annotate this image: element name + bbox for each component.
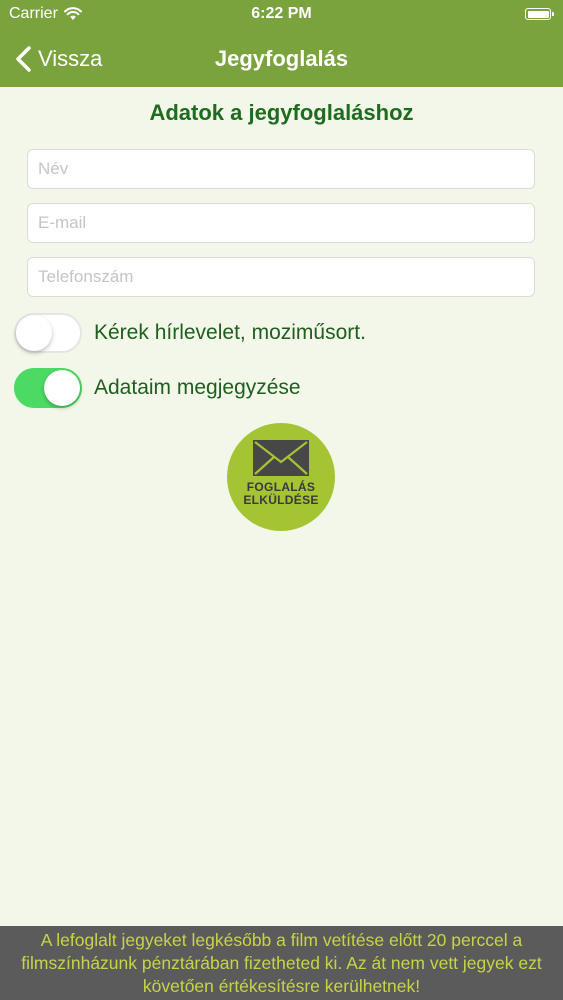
submit-booking-button[interactable]: FOGLALÁS ELKÜLDÉSE	[227, 423, 335, 531]
back-button-label: Vissza	[38, 45, 103, 71]
email-input[interactable]	[27, 203, 535, 243]
name-input[interactable]	[27, 149, 535, 189]
newsletter-label: Kérek hírlevelet, moziműsort.	[94, 321, 366, 344]
toggle-knob	[44, 370, 80, 406]
payment-notice: A lefoglalt jegyeket legkésőbb a film ve…	[0, 926, 563, 1000]
back-button[interactable]: Vissza	[14, 30, 102, 87]
remember-data-toggle[interactable]	[14, 368, 82, 408]
remember-row: Adataim megjegyzése	[14, 367, 301, 409]
status-bar: Carrier 6:22 PM	[0, 0, 563, 30]
toggle-knob	[16, 315, 52, 351]
section-title: Adatok a jegyfoglaláshoz	[149, 100, 414, 125]
status-time: 6:22 PM	[251, 5, 312, 22]
newsletter-toggle[interactable]	[14, 313, 82, 353]
submit-label-line-2: ELKÜLDÉSE	[243, 493, 319, 507]
phone-input[interactable]	[27, 257, 535, 297]
remember-data-label: Adataim megjegyzése	[94, 376, 301, 399]
battery-icon	[525, 8, 554, 20]
chevron-left-icon	[16, 45, 31, 72]
newsletter-row: Kérek hírlevelet, moziműsort.	[14, 312, 366, 354]
envelope-icon	[253, 440, 309, 476]
navigation-bar: Vissza Jegyfoglalás	[0, 30, 563, 87]
